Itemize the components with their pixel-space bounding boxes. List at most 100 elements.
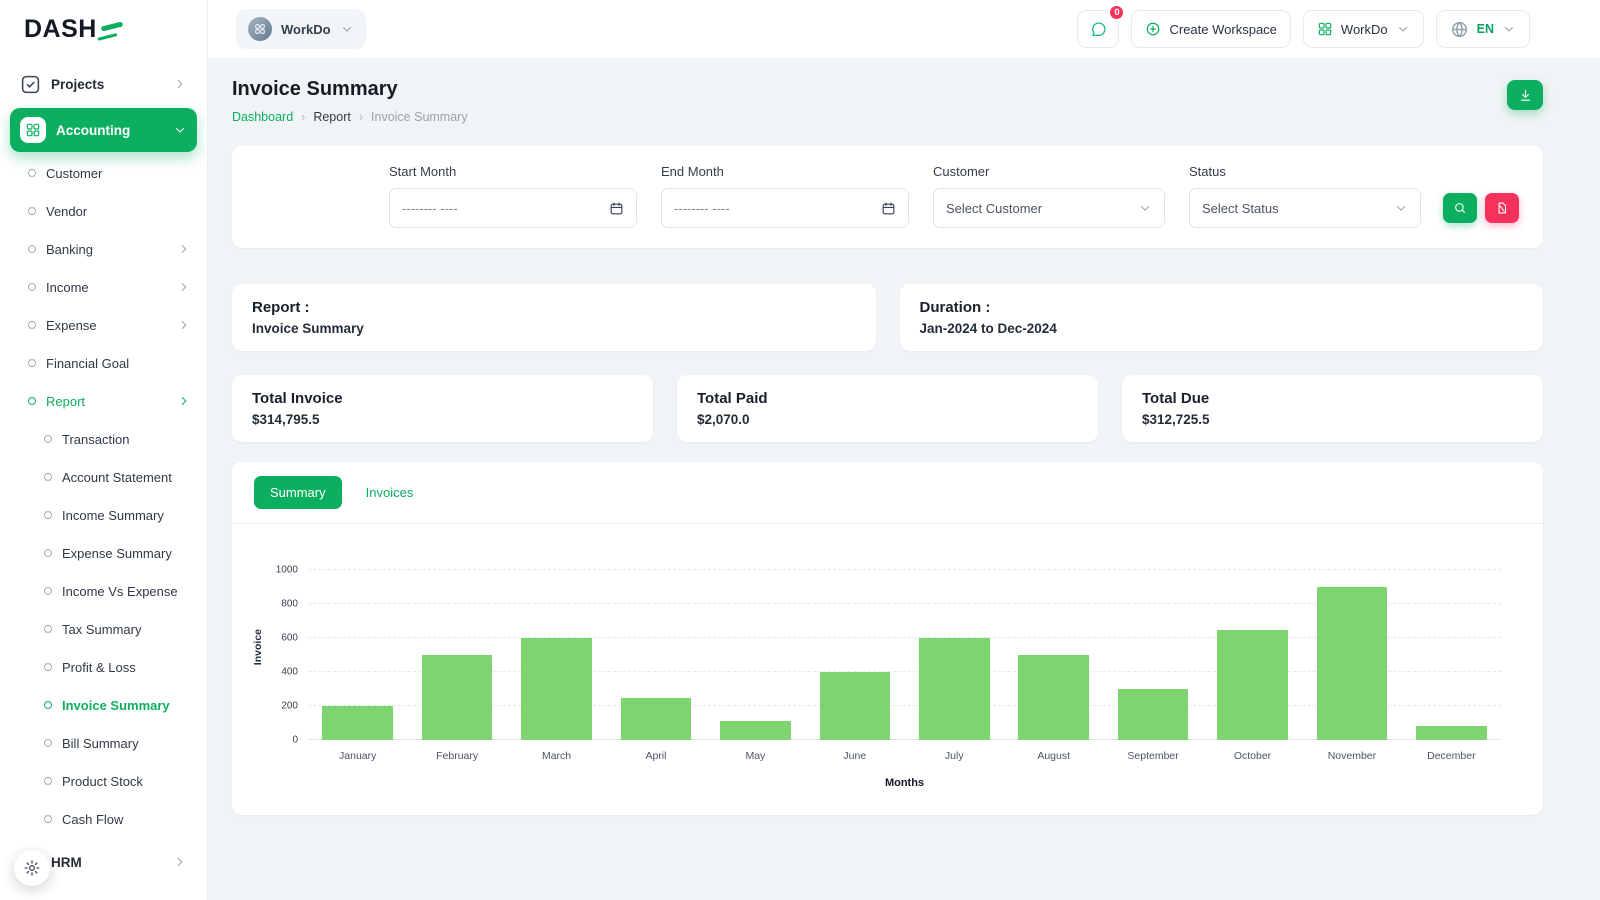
sidebar-item-profit-loss[interactable]: Profit & Loss (0, 648, 207, 686)
bullet-icon (28, 283, 36, 291)
filter-actions (1443, 193, 1519, 223)
bar-may (720, 721, 791, 740)
bullet-icon (44, 587, 52, 595)
bar-october (1217, 629, 1288, 740)
end-month-placeholder: -------- ---- (674, 200, 730, 216)
sidebar-item-vendor[interactable]: Vendor (0, 192, 207, 230)
workspace-avatar (248, 17, 272, 41)
sidebar-item-customer[interactable]: Customer (0, 154, 207, 192)
filter-form: Start Month -------- ---- End Month ----… (256, 164, 1519, 228)
start-month-label: Start Month (389, 164, 457, 179)
stat-card-total-due: Total Due $312,725.5 (1122, 375, 1543, 442)
breadcrumb-separator-icon: › (301, 110, 306, 124)
sidebar-item-accounting[interactable]: Accounting (10, 108, 197, 152)
language-selector[interactable]: EN (1435, 10, 1530, 48)
main-content: Invoice Summary Dashboard › Report › Invoice… (208, 58, 1600, 900)
sidebar: DASH Projects Accounting Customer Vendor Ban… (0, 0, 208, 900)
status-select-value: Select Status (1202, 200, 1279, 216)
sidebar-item-invoice-summary[interactable]: Invoice Summary (0, 686, 207, 724)
bar-april (620, 697, 692, 740)
x-tick-label: November (1327, 750, 1377, 762)
end-month-input[interactable]: -------- ---- (661, 188, 909, 228)
x-tick-label: May (745, 750, 766, 762)
create-workspace-button[interactable]: Create Workspace (1131, 10, 1291, 48)
start-month-group: Start Month -------- ---- (389, 164, 637, 228)
sidebar-item-report[interactable]: Report (0, 382, 207, 420)
workspace-switcher-button[interactable]: WorkDo (1302, 10, 1424, 48)
reset-filter-button[interactable] (1485, 193, 1519, 223)
bar-slot (1004, 570, 1103, 740)
sidebar-item-expense[interactable]: Expense (0, 306, 207, 344)
sidebar-item-label: Profit & Loss (62, 659, 136, 675)
sidebar-item-financial-goal[interactable]: Financial Goal (0, 344, 207, 382)
breadcrumb: Dashboard › Report › Invoice Summary (232, 110, 468, 124)
sidebar-item-projects[interactable]: Projects (10, 62, 197, 106)
bullet-icon (28, 207, 36, 215)
sidebar-item-expense-summary[interactable]: Expense Summary (0, 534, 207, 572)
bar-december (1416, 726, 1487, 740)
sidebar-item-account-statement[interactable]: Account Statement (0, 458, 207, 496)
breadcrumb-dashboard[interactable]: Dashboard (232, 110, 293, 124)
bullet-icon (28, 245, 36, 253)
start-month-placeholder: -------- ---- (402, 200, 458, 216)
language-label: EN (1476, 22, 1494, 36)
sidebar-item-banking[interactable]: Banking (0, 230, 207, 268)
chevron-right-icon (173, 77, 187, 91)
sidebar-item-tax-summary[interactable]: Tax Summary (0, 610, 207, 648)
bar-june (819, 672, 891, 740)
tab-summary[interactable]: Summary (254, 476, 342, 509)
grid-icon (20, 117, 46, 143)
y-tick-label: 800 (281, 598, 298, 610)
create-workspace-label: Create Workspace (1169, 21, 1277, 37)
start-month-input[interactable]: -------- ---- (389, 188, 637, 228)
chevron-right-icon (177, 242, 191, 256)
bullet-icon (28, 321, 36, 329)
report-summary-row: Report : Invoice Summary Duration : Jan-… (232, 284, 1543, 351)
app-root: DASH Projects Accounting Customer Vendor Ban… (0, 0, 1600, 900)
bar-slot (507, 570, 606, 740)
download-button[interactable] (1507, 80, 1543, 110)
y-tick-label: 0 (292, 734, 298, 746)
chart-y-axis-label: Invoice (252, 629, 264, 666)
sidebar-item-label: HRM (51, 854, 82, 870)
bar-september (1117, 689, 1189, 740)
settings-fab-button[interactable] (14, 850, 50, 886)
messages-button[interactable]: 0 (1077, 4, 1126, 48)
end-month-label: End Month (661, 164, 724, 179)
sidebar-item-label: Income (46, 279, 89, 295)
messages-badge: 0 (1108, 4, 1126, 21)
bullet-icon (44, 701, 52, 709)
status-group: Status Select Status (1189, 164, 1421, 228)
sidebar-item-product-stock[interactable]: Product Stock (0, 762, 207, 800)
sidebar-item-bill-summary[interactable]: Bill Summary (0, 724, 207, 762)
chart-card: Summary Invoices Invoice 0 200 400 600 800 100… (232, 462, 1543, 815)
apply-filter-button[interactable] (1443, 193, 1477, 223)
sidebar-item-label: Vendor (46, 203, 88, 219)
customer-select[interactable]: Select Customer (933, 188, 1165, 228)
chevron-down-icon (1396, 22, 1410, 36)
bar-slot (1103, 570, 1202, 740)
tab-invoices[interactable]: Invoices (350, 476, 430, 509)
sidebar-item-label: Invoice Summary (62, 697, 170, 713)
bullet-icon (44, 663, 52, 671)
bar-july (918, 638, 990, 740)
sidebar-item-income[interactable]: Income (0, 268, 207, 306)
stat-card-total-paid: Total Paid $2,070.0 (677, 375, 1098, 442)
x-tick-label: July (944, 750, 964, 762)
bullet-icon (44, 815, 52, 823)
sidebar-item-label: Customer (46, 165, 103, 181)
invoice-chart: Invoice 0 200 400 600 800 1000 January Februar… (232, 524, 1543, 789)
sidebar-item-cash-flow[interactable]: Cash Flow (0, 800, 207, 838)
app-logo[interactable]: DASH (0, 0, 207, 58)
chevron-down-icon (1138, 201, 1152, 215)
sidebar-item-income-vs-expense[interactable]: Income Vs Expense (0, 572, 207, 610)
sidebar-item-income-summary[interactable]: Income Summary (0, 496, 207, 534)
bar-november (1316, 587, 1388, 740)
bullet-icon (44, 777, 52, 785)
workspace-selector[interactable]: WorkDo (236, 9, 366, 49)
bullet-icon (44, 473, 52, 481)
x-tick-label: December (1427, 750, 1476, 762)
status-select[interactable]: Select Status (1189, 188, 1421, 228)
sidebar-item-transaction[interactable]: Transaction (0, 420, 207, 458)
x-tick-label: June (843, 750, 867, 762)
